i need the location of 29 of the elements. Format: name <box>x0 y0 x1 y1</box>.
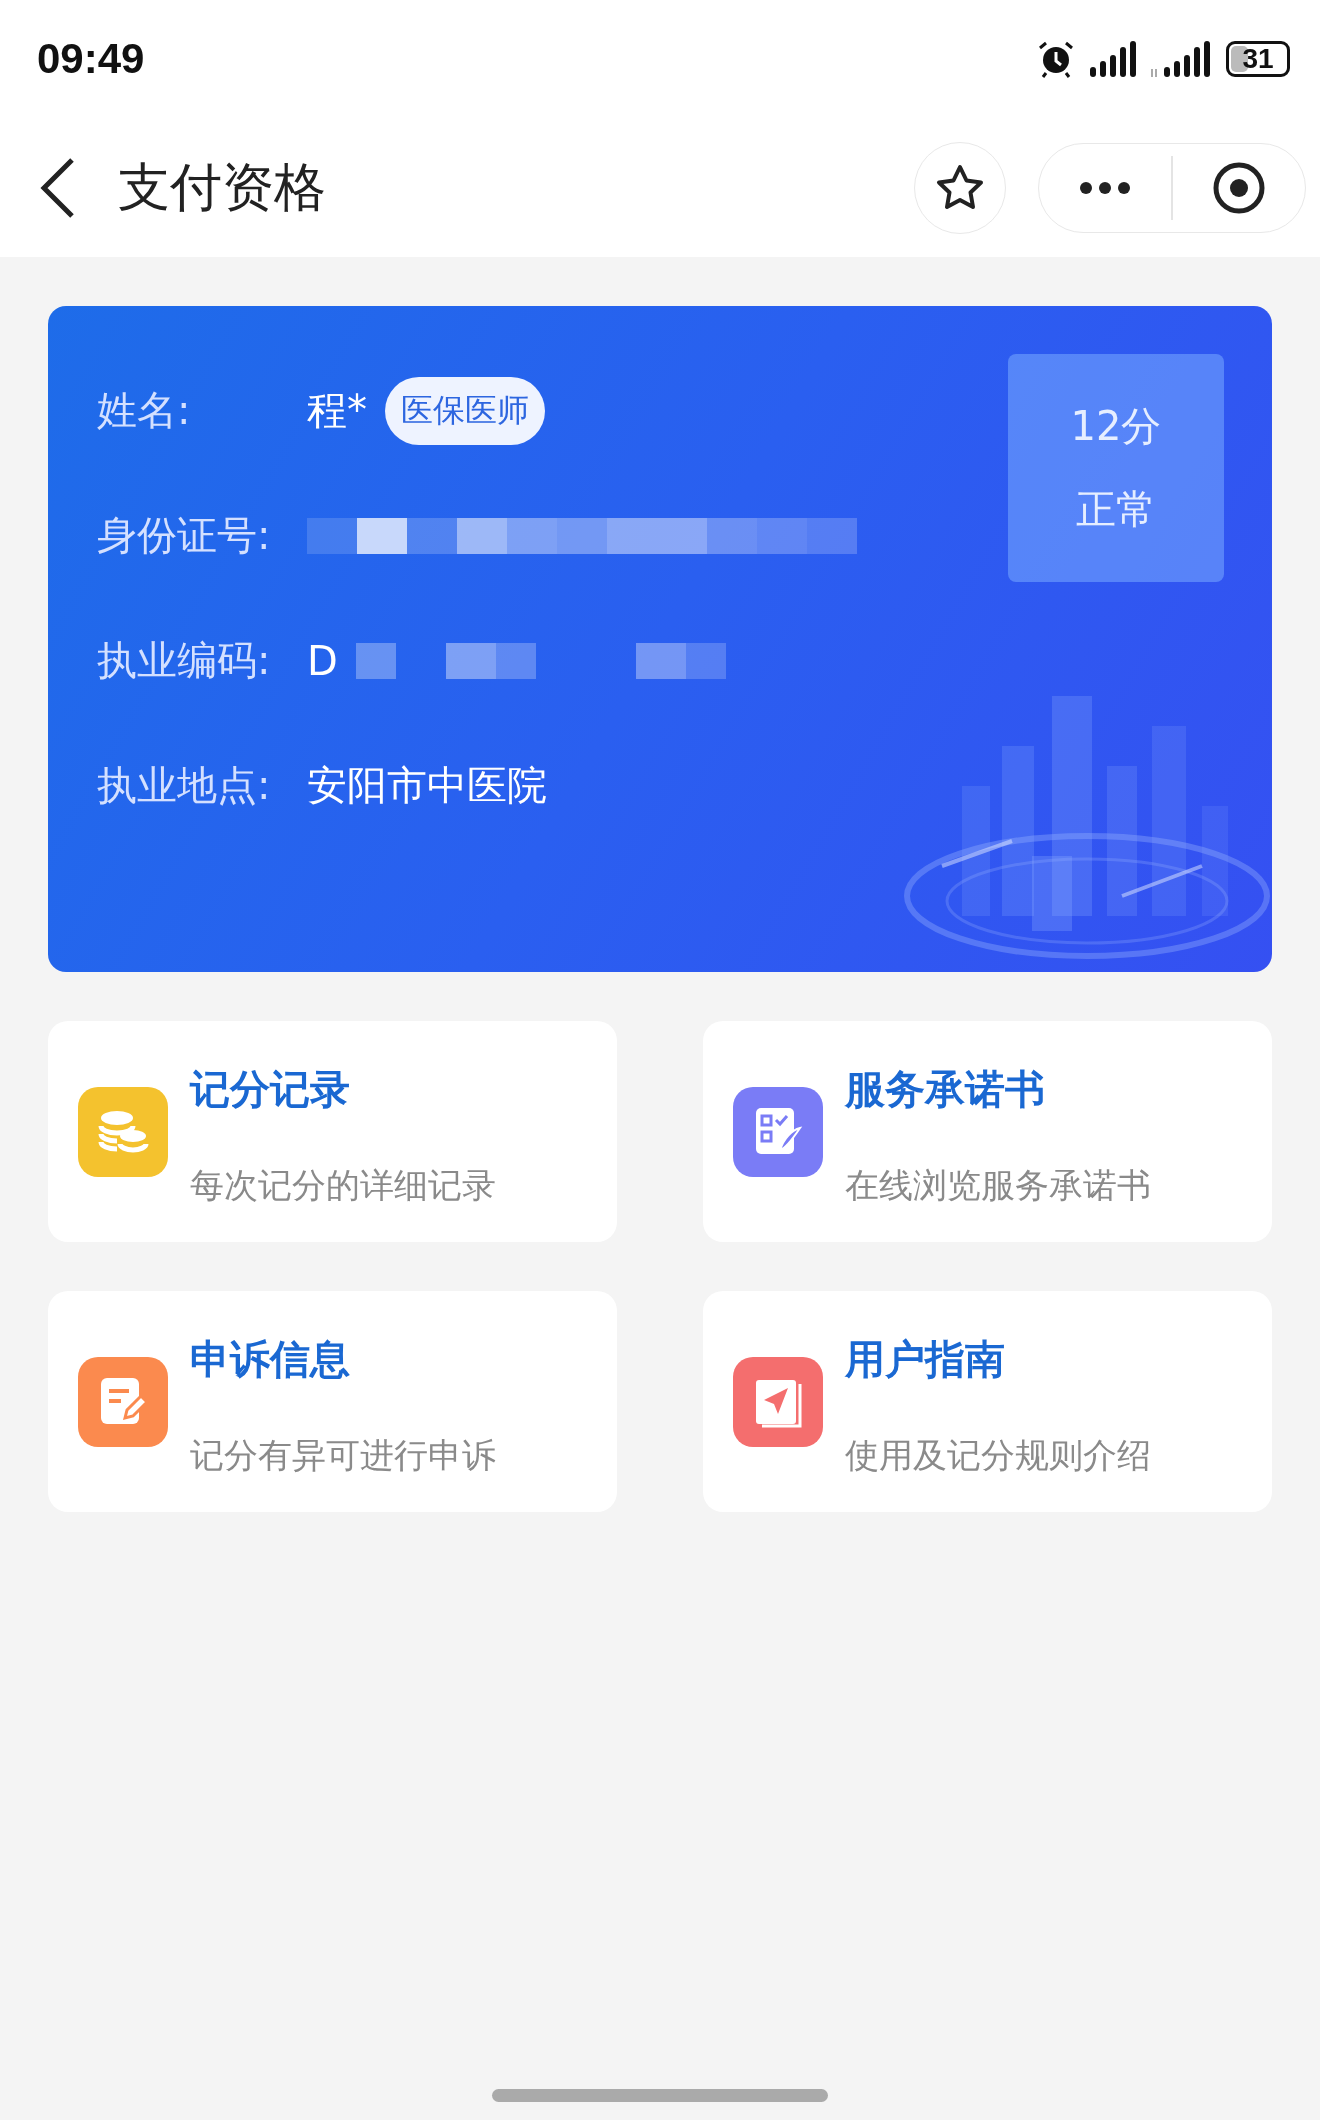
target-icon <box>1212 160 1266 215</box>
menu-tile[interactable]: 服务承诺书 在线浏览服务承诺书 <box>703 1021 1272 1242</box>
field-value: D <box>307 637 338 684</box>
field-label: 姓名: <box>97 386 192 435</box>
tile-subtitle: 记分有异可进行申诉 <box>190 1434 496 1477</box>
role-badge: 医保医师 <box>385 376 545 445</box>
tile-title: 记分记录 <box>190 1065 351 1114</box>
field-value: 程* <box>307 386 367 435</box>
score-status: 正常 <box>1076 485 1156 534</box>
field-label: 身份证号: <box>97 511 272 560</box>
tile-subtitle: 每次记分的详细记录 <box>190 1164 496 1207</box>
page-title: 支付资格 <box>118 155 326 219</box>
tile-title: 用户指南 <box>845 1335 1006 1384</box>
signal-icon <box>1088 39 1138 79</box>
field-label: 执业地点: <box>97 761 272 810</box>
menu-tile[interactable]: 申诉信息 记分有异可进行申诉 <box>48 1291 617 1512</box>
more-icon <box>1079 180 1131 195</box>
status-time: 09:49 <box>37 35 145 83</box>
score-value: 12分 <box>1070 402 1162 451</box>
field-label: 执业编码: <box>97 636 272 685</box>
alarm-icon <box>1036 39 1076 79</box>
battery-icon: 31 <box>1226 41 1290 77</box>
menu-tile[interactable]: 用户指南 使用及记分规则介绍 <box>703 1291 1272 1512</box>
field-value: 安阳市中医院 <box>307 761 547 810</box>
tile-subtitle: 在线浏览服务承诺书 <box>845 1164 1151 1207</box>
tile-title: 申诉信息 <box>190 1335 351 1384</box>
menu-tile[interactable]: 记分记录 每次记分的详细记录 <box>48 1021 617 1242</box>
tile-subtitle: 使用及记分规则介绍 <box>845 1434 1151 1477</box>
tile-title: 服务承诺书 <box>845 1065 1046 1114</box>
